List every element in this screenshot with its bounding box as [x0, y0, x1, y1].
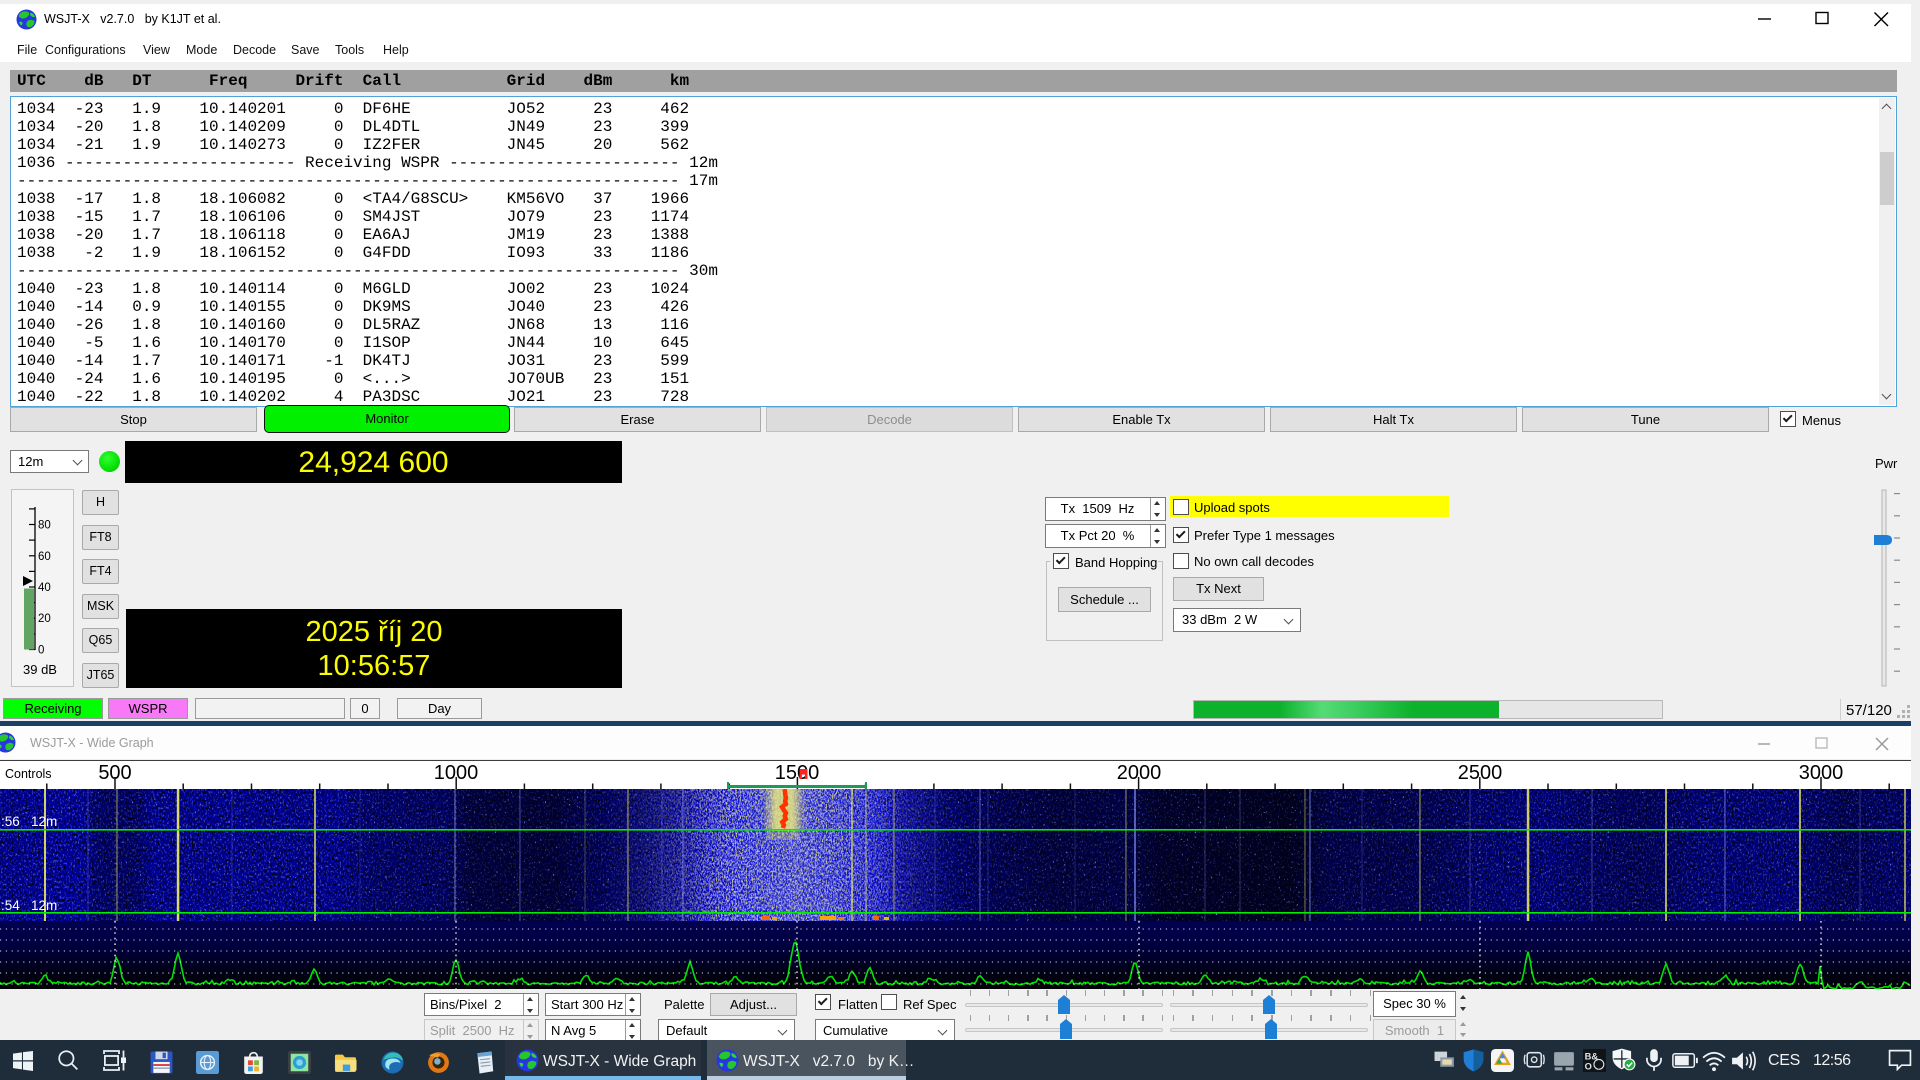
svg-text:O: O [1585, 1061, 1592, 1071]
svg-text::54 12m: :54 12m [1, 898, 57, 913]
svg-text:0: 0 [38, 645, 44, 657]
svg-text:80: 80 [38, 520, 51, 532]
svg-text:20: 20 [38, 613, 51, 625]
svg-text:40: 40 [38, 582, 51, 594]
svg-text:60: 60 [38, 551, 51, 563]
svg-text::56 12m: :56 12m [1, 814, 57, 829]
svg-text:39 dB: 39 dB [23, 662, 57, 677]
